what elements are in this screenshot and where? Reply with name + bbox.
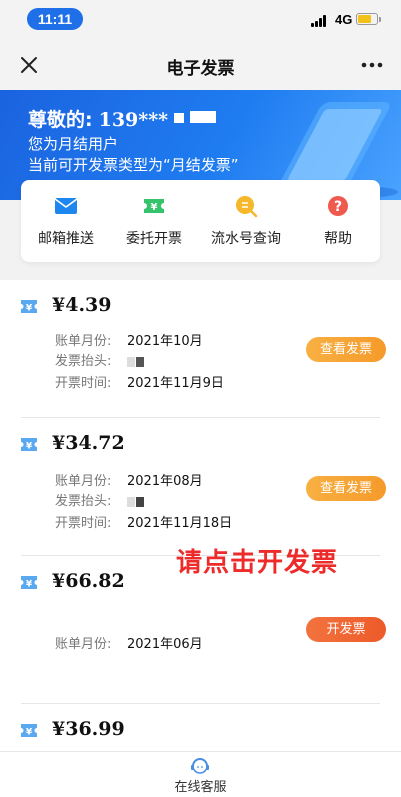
issue-time-label: 开票时间: (55, 376, 112, 391)
redaction-block (127, 496, 135, 507)
mail-icon (54, 198, 78, 214)
quick-action-serial-query[interactable]: 流水号查询 (201, 194, 291, 248)
masked-phone: 139*** (98, 109, 169, 131)
bill-month-label: 账单月份: (55, 474, 112, 489)
svg-text:¥: ¥ (26, 304, 33, 314)
customer-service-bar[interactable]: 在线客服 (0, 751, 401, 797)
svg-text:¥: ¥ (26, 580, 33, 590)
redaction-block (174, 113, 184, 123)
svg-text:¥: ¥ (26, 442, 33, 452)
account-type-text: 您为月结用户 (28, 135, 119, 153)
bill-month-label: 账单月份: (55, 637, 112, 652)
help-icon: ? (328, 196, 348, 216)
invoice-item: ¥ ¥34.72 账单月份: 2021年08月 发票抬头: 开票时间: 2021年1… (0, 418, 401, 556)
yuan-invoice-icon: ¥ (21, 724, 37, 738)
quick-action-label: 帮助 (324, 231, 352, 247)
quick-actions-card: 邮箱推送 ¥ 委托开票 流水号查询 ? 帮助 (21, 180, 380, 262)
nav-bar: 电子发票 (0, 40, 401, 90)
redaction-block (127, 356, 135, 367)
issue-time-label: 开票时间: (55, 516, 112, 531)
invoice-list: ¥ ¥4.39 账单月份: 2021年10月 发票抬头: 开票时间: 2021年11… (0, 280, 401, 751)
bill-month-label: 账单月份: (55, 334, 112, 349)
more-icon[interactable] (361, 62, 383, 68)
invoice-title-label: 发票抬头: (55, 494, 112, 509)
redaction-block (136, 496, 144, 507)
invoice-item: ¥ ¥36.99 (0, 704, 401, 751)
view-invoice-button[interactable]: 查看发票 (306, 476, 386, 501)
issue-time-value: 2021年11月9日 (127, 376, 224, 391)
bill-month-value: 2021年08月 (127, 474, 203, 489)
quick-action-label: 流水号查询 (211, 231, 281, 247)
redaction-block (136, 356, 144, 367)
bill-month-value: 2021年10月 (127, 334, 203, 349)
bill-month-value: 2021年06月 (127, 637, 203, 652)
quick-action-label: 邮箱推送 (38, 231, 94, 247)
yuan-invoice-icon: ¥ (21, 438, 37, 452)
view-invoice-button[interactable]: 查看发票 (306, 337, 386, 362)
battery-icon (356, 13, 381, 25)
invoice-ticket-icon: ¥ (144, 199, 164, 213)
network-type: 4G (335, 12, 353, 27)
invoice-type-note: 当前可开发票类型为“月结发票” (28, 156, 239, 174)
signal-icon (311, 15, 331, 27)
invoice-item: ¥ ¥4.39 账单月份: 2021年10月 发票抬头: 开票时间: 2021年11… (0, 280, 401, 418)
svg-text:¥: ¥ (151, 202, 158, 213)
invoice-amount: ¥4.39 (52, 294, 112, 316)
invoice-title-label: 发票抬头: (55, 354, 112, 369)
issue-invoice-button[interactable]: 开发票 (306, 617, 386, 642)
serial-query-icon (236, 196, 258, 218)
status-bar: 11:11 4G (0, 0, 401, 40)
invoice-item: ¥ ¥66.82 账单月份: 2021年06月 开发票 (0, 556, 401, 704)
svg-text:¥: ¥ (26, 728, 33, 738)
yuan-invoice-icon: ¥ (21, 300, 37, 314)
greeting-text: 尊敬的: (28, 109, 93, 131)
status-time: 11:11 (27, 8, 83, 30)
invoice-amount: ¥34.72 (52, 432, 125, 454)
customer-service-icon (191, 758, 209, 774)
quick-action-label: 委托开票 (126, 231, 182, 247)
redaction-block (190, 111, 216, 123)
quick-action-help[interactable]: ? 帮助 (293, 194, 383, 248)
svg-text:?: ? (334, 199, 342, 215)
yuan-invoice-icon: ¥ (21, 576, 37, 590)
quick-action-mail-push[interactable]: 邮箱推送 (21, 194, 111, 248)
issue-time-value: 2021年11月18日 (127, 516, 233, 531)
invoice-amount: ¥36.99 (52, 718, 125, 740)
page-title: 电子发票 (166, 59, 235, 79)
invoice-amount: ¥66.82 (52, 570, 125, 592)
quick-action-entrust-invoice[interactable]: ¥ 委托开票 (109, 194, 199, 248)
customer-service-label: 在线客服 (174, 780, 227, 795)
